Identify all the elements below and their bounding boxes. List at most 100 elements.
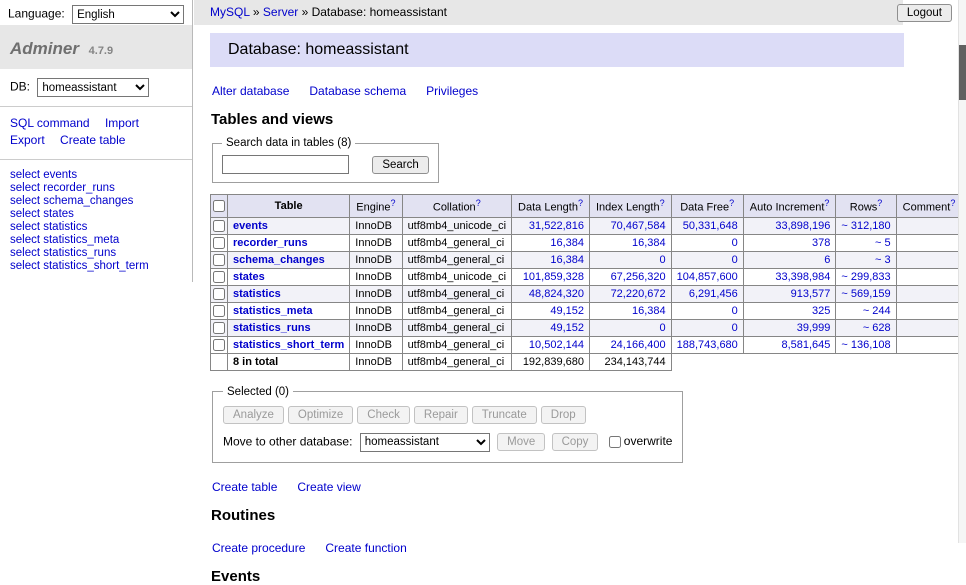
sidebar-table-link[interactable]: select statistics (10, 221, 182, 234)
table-name-link[interactable]: events (233, 220, 268, 232)
copy-button[interactable]: Copy (552, 433, 599, 451)
index-length-link[interactable]: 24,166,400 (611, 339, 666, 351)
db-action-link[interactable]: Database schema (309, 84, 406, 98)
check-button[interactable]: Check (357, 406, 410, 424)
data-free-link[interactable]: 0 (732, 237, 738, 249)
index-length-link[interactable]: 70,467,584 (611, 220, 666, 232)
data-free-link[interactable]: 0 (732, 305, 738, 317)
db-action-link[interactable]: Alter database (212, 84, 289, 98)
row-checkbox[interactable] (213, 288, 225, 300)
sidebar-table-link[interactable]: select recorder_runs (10, 182, 182, 195)
sidebar-table-link[interactable]: select events (10, 169, 182, 182)
logout-button[interactable]: Logout (897, 4, 952, 22)
column-help-link[interactable]: ? (391, 198, 396, 208)
create-link[interactable]: Create table (212, 480, 277, 494)
data-length-link[interactable]: 16,384 (550, 237, 584, 249)
move-button[interactable]: Move (497, 433, 545, 451)
index-length-link[interactable]: 0 (660, 254, 666, 266)
data-free-link[interactable]: 0 (732, 322, 738, 334)
create-link[interactable]: Create view (297, 480, 360, 494)
data-length-link[interactable]: 49,152 (550, 305, 584, 317)
db-select[interactable]: homeassistant (37, 78, 149, 97)
sidebar-table-link[interactable]: select schema_changes (10, 195, 182, 208)
index-length-link[interactable]: 0 (660, 322, 666, 334)
rows-link[interactable]: ~ 244 (863, 305, 891, 317)
index-length-link[interactable]: 16,384 (632, 237, 666, 249)
rows-link[interactable]: ~ 136,108 (841, 339, 890, 351)
rows-link[interactable]: ~ 312,180 (841, 220, 890, 232)
sidebar-table-link[interactable]: select statistics_short_term (10, 260, 182, 273)
table-name-link[interactable]: schema_changes (233, 254, 325, 266)
auto-increment-link[interactable]: 325 (812, 305, 830, 317)
table-name-link[interactable]: recorder_runs (233, 237, 308, 249)
language-select[interactable]: English (72, 5, 184, 24)
row-checkbox[interactable] (213, 254, 225, 266)
auto-increment-link[interactable]: 39,999 (797, 322, 831, 334)
column-help-link[interactable]: ? (660, 198, 665, 208)
data-free-link[interactable]: 50,331,648 (683, 220, 738, 232)
sidebar-table-link[interactable]: select statistics_meta (10, 234, 182, 247)
rows-link[interactable]: ~ 569,159 (841, 288, 890, 300)
sidebar-action-link[interactable]: Export (10, 133, 45, 147)
column-help-link[interactable]: ? (950, 198, 955, 208)
sidebar-action-link[interactable]: Import (105, 116, 139, 130)
auto-increment-link[interactable]: 8,581,645 (781, 339, 830, 351)
index-length-link[interactable]: 67,256,320 (611, 271, 666, 283)
rows-link[interactable]: ~ 628 (863, 322, 891, 334)
row-checkbox[interactable] (213, 322, 225, 334)
auto-increment-link[interactable]: 33,898,196 (775, 220, 830, 232)
row-checkbox[interactable] (213, 305, 225, 317)
table-name-link[interactable]: states (233, 271, 265, 283)
scrollbar-thumb[interactable] (959, 45, 966, 100)
move-db-select[interactable]: homeassistant (360, 433, 490, 452)
breadcrumb-link[interactable]: Server (263, 5, 298, 19)
column-help-link[interactable]: ? (824, 198, 829, 208)
db-action-link[interactable]: Privileges (426, 84, 478, 98)
column-help-link[interactable]: ? (877, 198, 882, 208)
table-name-link[interactable]: statistics_meta (233, 305, 313, 317)
rows-link[interactable]: ~ 299,833 (841, 271, 890, 283)
optimize-button[interactable]: Optimize (288, 406, 353, 424)
drop-button[interactable]: Drop (541, 406, 586, 424)
search-input[interactable] (222, 155, 349, 174)
data-length-link[interactable]: 48,824,320 (529, 288, 584, 300)
truncate-button[interactable]: Truncate (472, 406, 537, 424)
index-length-link[interactable]: 72,220,672 (611, 288, 666, 300)
data-length-link[interactable]: 49,152 (550, 322, 584, 334)
sidebar-table-link[interactable]: select statistics_runs (10, 247, 182, 260)
data-free-link[interactable]: 0 (732, 254, 738, 266)
analyze-button[interactable]: Analyze (223, 406, 284, 424)
app-name-link[interactable]: Adminer (10, 39, 79, 58)
auto-increment-link[interactable]: 6 (824, 254, 830, 266)
rows-link[interactable]: ~ 5 (875, 237, 891, 249)
sidebar-action-link[interactable]: SQL command (10, 116, 90, 130)
data-free-link[interactable]: 6,291,456 (689, 288, 738, 300)
overwrite-checkbox[interactable] (609, 436, 621, 448)
breadcrumb-link[interactable]: MySQL (210, 5, 250, 19)
table-name-link[interactable]: statistics_short_term (233, 339, 344, 351)
column-help-link[interactable]: ? (729, 198, 734, 208)
data-free-link[interactable]: 104,857,600 (677, 271, 738, 283)
column-help-link[interactable]: ? (578, 198, 583, 208)
row-checkbox[interactable] (213, 237, 225, 249)
search-button[interactable]: Search (372, 156, 428, 174)
row-checkbox[interactable] (213, 220, 225, 232)
index-length-link[interactable]: 16,384 (632, 305, 666, 317)
auto-increment-link[interactable]: 378 (812, 237, 830, 249)
sidebar-table-link[interactable]: select states (10, 208, 182, 221)
row-checkbox[interactable] (213, 271, 225, 283)
select-all-checkbox[interactable] (213, 200, 225, 212)
auto-increment-link[interactable]: 33,398,984 (775, 271, 830, 283)
data-length-link[interactable]: 16,384 (550, 254, 584, 266)
row-checkbox[interactable] (213, 339, 225, 351)
table-name-link[interactable]: statistics (233, 288, 281, 300)
data-free-link[interactable]: 188,743,680 (677, 339, 738, 351)
data-length-link[interactable]: 31,522,816 (529, 220, 584, 232)
auto-increment-link[interactable]: 913,577 (791, 288, 831, 300)
data-length-link[interactable]: 10,502,144 (529, 339, 584, 351)
sidebar-action-link[interactable]: Create table (60, 133, 125, 147)
repair-button[interactable]: Repair (414, 406, 468, 424)
column-help-link[interactable]: ? (476, 198, 481, 208)
data-length-link[interactable]: 101,859,328 (523, 271, 584, 283)
table-name-link[interactable]: statistics_runs (233, 322, 311, 334)
